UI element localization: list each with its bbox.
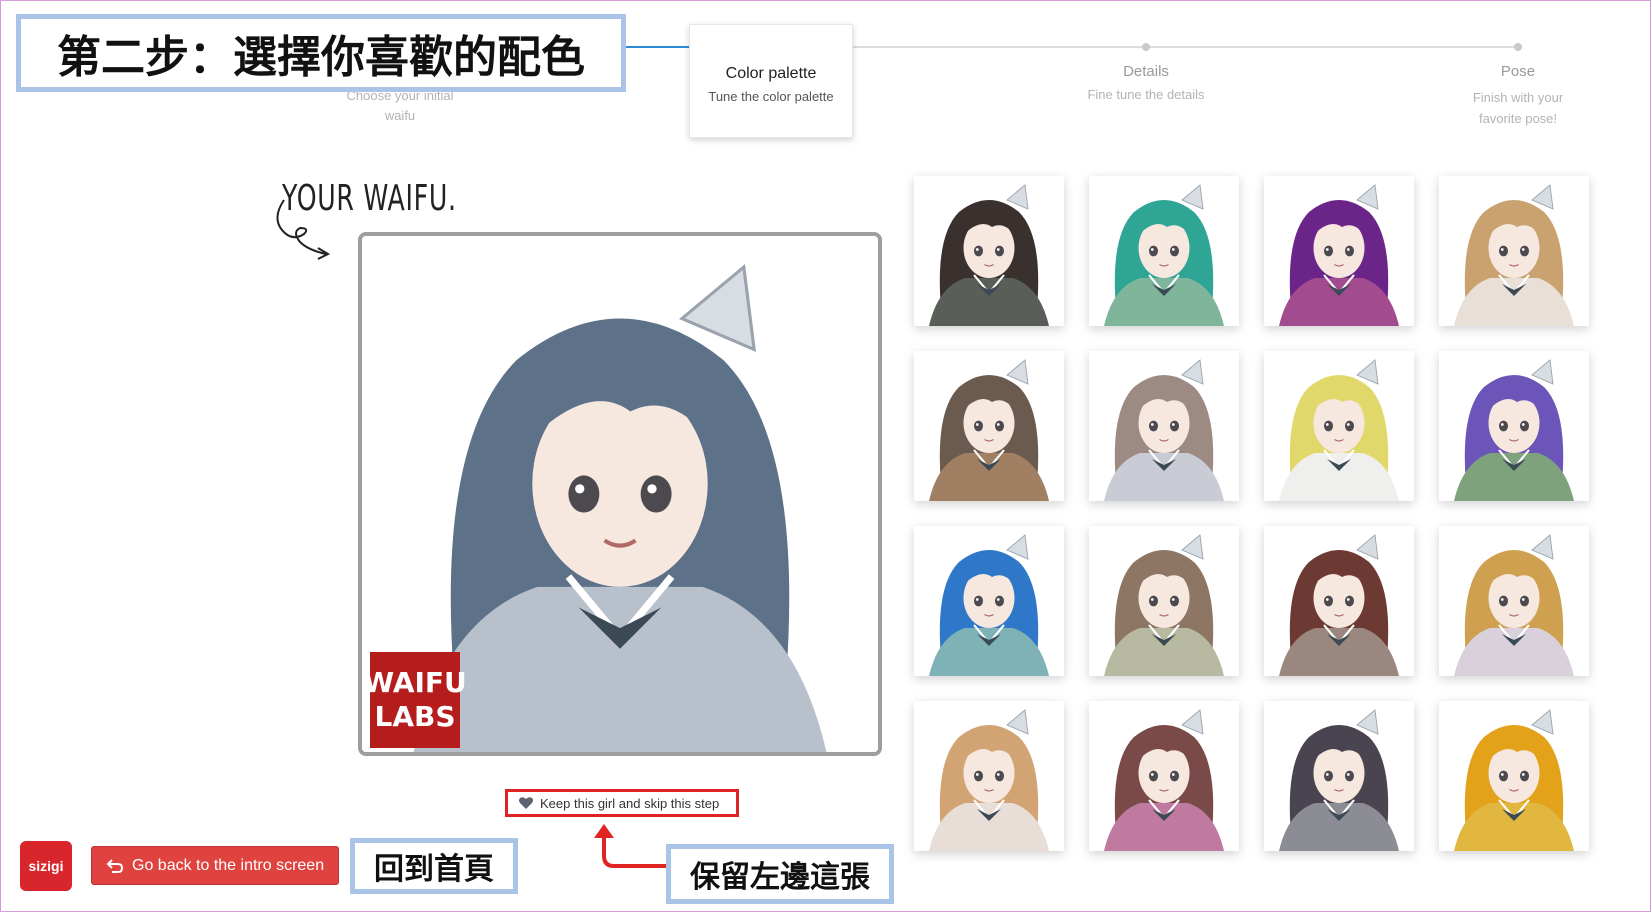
palette-option-1[interactable] [914, 176, 1064, 326]
step-annotation-banner: 第二步：選擇你喜歡的配色 [16, 14, 626, 92]
palette-option-7[interactable] [1264, 351, 1414, 501]
palette-option-15[interactable] [1264, 701, 1414, 851]
palette-option-8[interactable] [1439, 351, 1589, 501]
palette-option-5[interactable] [914, 351, 1064, 501]
palette-option-9[interactable] [914, 526, 1064, 676]
palette-option-16[interactable] [1439, 701, 1589, 851]
palette-option-image [1264, 526, 1414, 676]
logo-text: sizigi [28, 858, 64, 874]
palette-option-image [1089, 526, 1239, 676]
step-title-pose[interactable]: Pose [1438, 63, 1598, 80]
heart-icon [519, 797, 533, 809]
palette-option-image [1264, 701, 1414, 851]
step-dot-pose [1514, 43, 1522, 51]
waifu-labs-stamp: WAIFU LABS [363, 652, 467, 748]
keep-girl-button[interactable]: Keep this girl and skip this step [505, 789, 739, 817]
step-subtitle-pose: Finish with your favorite pose! [1472, 90, 1564, 126]
annotation-arrow-icon [594, 824, 666, 868]
step-initial-subtitle: Choose your initial waifu [346, 88, 454, 123]
back-to-intro-button[interactable]: Go back to the intro screen [91, 846, 339, 885]
palette-option-12[interactable] [1439, 526, 1589, 676]
palette-option-image [1439, 176, 1589, 326]
palette-option-2[interactable] [1089, 176, 1239, 326]
palette-option-image [1264, 351, 1414, 501]
step-subtitle-details: Fine tune the details [1087, 87, 1205, 102]
step-card-color-palette[interactable]: Color palette Tune the color palette [689, 24, 853, 138]
sizigi-logo[interactable]: sizigi [20, 841, 72, 891]
palette-option-image [914, 351, 1064, 501]
palette-option-image [1089, 176, 1239, 326]
palette-option-14[interactable] [1089, 701, 1239, 851]
step-subtitle-color-palette: Tune the color palette [708, 89, 834, 104]
stamp-line-1: WAIFU [363, 666, 467, 699]
palette-options-grid [914, 176, 1589, 851]
step-title-color-palette: Color palette [725, 65, 817, 82]
stamp-line-2: LABS [374, 700, 456, 733]
palette-option-image [914, 701, 1064, 851]
curly-arrow-icon [276, 199, 331, 260]
palette-option-3[interactable] [1264, 176, 1414, 326]
palette-option-13[interactable] [914, 701, 1064, 851]
palette-option-image [1439, 351, 1589, 501]
palette-option-image [1439, 701, 1589, 851]
keep-girl-button-label: Keep this girl and skip this step [540, 795, 720, 811]
palette-option-image [1089, 701, 1239, 851]
palette-option-image [1089, 351, 1239, 501]
palette-option-11[interactable] [1264, 526, 1414, 676]
palette-option-10[interactable] [1089, 526, 1239, 676]
palette-option-6[interactable] [1089, 351, 1239, 501]
step-dot-details [1142, 43, 1150, 51]
undo-arrow-icon [106, 858, 124, 873]
keep-annotation-banner: 保留左邊這張 [666, 844, 894, 904]
palette-option-image [1439, 526, 1589, 676]
palette-option-image [1264, 176, 1414, 326]
palette-option-image [914, 176, 1064, 326]
palette-option-image [914, 526, 1064, 676]
home-annotation-banner: 回到首頁 [350, 838, 518, 894]
back-to-intro-label: Go back to the intro screen [132, 856, 325, 874]
step-title-details[interactable]: Details [1066, 63, 1226, 80]
palette-option-4[interactable] [1439, 176, 1589, 326]
